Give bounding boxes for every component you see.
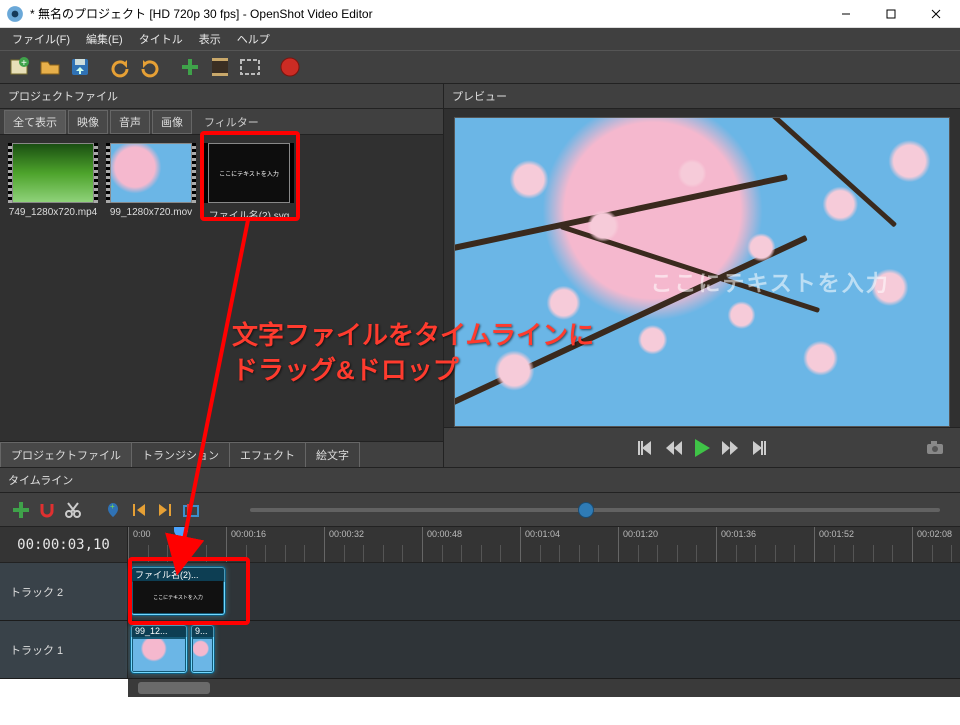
add-track-button[interactable] [10,499,32,521]
add-marker-button[interactable]: + [102,499,124,521]
play-button[interactable] [691,437,713,459]
transport-controls [444,427,960,467]
fast-forward-button[interactable] [719,437,741,459]
tab-emoji[interactable]: 絵文字 [305,442,360,467]
new-project-button[interactable]: + [6,53,34,81]
import-files-button[interactable] [176,53,204,81]
playhead[interactable] [180,527,182,562]
tab-project-files[interactable]: プロジェクトファイル [0,442,132,467]
snap-button[interactable] [36,499,58,521]
timeline-hscrollbar[interactable] [128,679,960,697]
menu-edit[interactable]: 編集(E) [78,29,131,49]
track-row: トラック 199_12...9... [0,621,960,679]
export-video-button[interactable] [276,53,304,81]
filter-image[interactable]: 画像 [152,110,192,134]
minimize-button[interactable] [823,0,868,28]
maximize-button[interactable] [868,0,913,28]
file-name: ファイル名(2).svg [204,207,294,222]
close-button[interactable] [913,0,958,28]
project-files-header: プロジェクトファイル [0,84,443,109]
tab-transitions[interactable]: トランジション [131,442,230,467]
video-preview[interactable]: ここにテキストを入力 [454,117,950,427]
timeline-header: タイムライン [0,467,960,493]
main-toolbar: + [0,50,960,84]
filter-video[interactable]: 映像 [68,110,108,134]
track-body[interactable]: 99_12...9... [128,621,960,678]
profiles-button[interactable] [206,53,234,81]
track-label[interactable]: トラック 1 [0,621,128,678]
timeline-clip[interactable]: ファイル名(2)...ここにテキストを入力 [130,566,226,616]
window-titlebar: * 無名のプロジェクト [HD 720p 30 fps] - OpenShot … [0,0,960,28]
menu-view[interactable]: 表示 [191,29,229,49]
filter-label: フィルター [194,114,259,130]
filter-audio[interactable]: 音声 [110,110,150,134]
svg-text:+: + [21,58,27,69]
track-body[interactable]: ファイル名(2)...ここにテキストを入力 [128,563,960,620]
timeline-clip[interactable]: 99_12... [130,624,188,674]
timeline-clip[interactable]: 9... [190,624,215,674]
app-icon [6,5,24,23]
svg-text:+: + [110,502,115,511]
fullscreen-button[interactable] [236,53,264,81]
file-grid[interactable]: 749_1280x720.mp4 99_1280x720.mov ここにテキスト… [0,135,443,441]
file-item[interactable]: ここにテキストを入力 ファイル名(2).svg [204,143,294,222]
snapshot-button[interactable] [924,437,946,459]
track-label[interactable]: トラック 2 [0,563,128,620]
time-ruler[interactable]: 0:0000:00:1600:00:3200:00:4800:01:0400:0… [128,527,960,562]
prev-marker-button[interactable] [128,499,150,521]
rewind-button[interactable] [663,437,685,459]
file-name: 99_1280x720.mov [106,207,196,218]
file-item[interactable]: 749_1280x720.mp4 [8,143,98,222]
razor-button[interactable] [62,499,84,521]
file-item[interactable]: 99_1280x720.mov [106,143,196,222]
menu-title[interactable]: タイトル [131,29,191,49]
menu-help[interactable]: ヘルプ [229,29,278,49]
center-playhead-button[interactable] [180,499,202,521]
menu-file[interactable]: ファイル(F) [4,29,78,49]
timeline-tracks: トラック 2ファイル名(2)...ここにテキストを入力トラック 199_12..… [0,563,960,679]
filter-all[interactable]: 全て表示 [4,110,66,134]
jump-start-button[interactable] [635,437,657,459]
track-row: トラック 2ファイル名(2)...ここにテキストを入力 [0,563,960,621]
tab-effects[interactable]: エフェクト [229,442,306,467]
preview-header: プレビュー [444,84,960,109]
preview-title-overlay: ここにテキストを入力 [650,266,889,298]
redo-button[interactable] [136,53,164,81]
time-display: 00:00:03,10 [0,527,128,562]
window-title: * 無名のプロジェクト [HD 720p 30 fps] - OpenShot … [30,5,823,22]
timeline-toolbar: + [0,493,960,527]
bottom-tabs: プロジェクトファイル トランジション エフェクト 絵文字 [0,441,443,467]
next-marker-button[interactable] [154,499,176,521]
preview-panel: プレビュー ここにテキストを入力 [444,84,960,467]
zoom-slider[interactable] [250,508,940,512]
menubar: ファイル(F) 編集(E) タイトル 表示 ヘルプ [0,28,960,50]
filter-tabs: 全て表示 映像 音声 画像 フィルター [0,109,443,135]
undo-button[interactable] [106,53,134,81]
jump-end-button[interactable] [747,437,769,459]
save-project-button[interactable] [66,53,94,81]
open-project-button[interactable] [36,53,64,81]
file-name: 749_1280x720.mp4 [8,207,98,218]
project-files-panel: プロジェクトファイル 全て表示 映像 音声 画像 フィルター 749_1280x… [0,84,444,467]
